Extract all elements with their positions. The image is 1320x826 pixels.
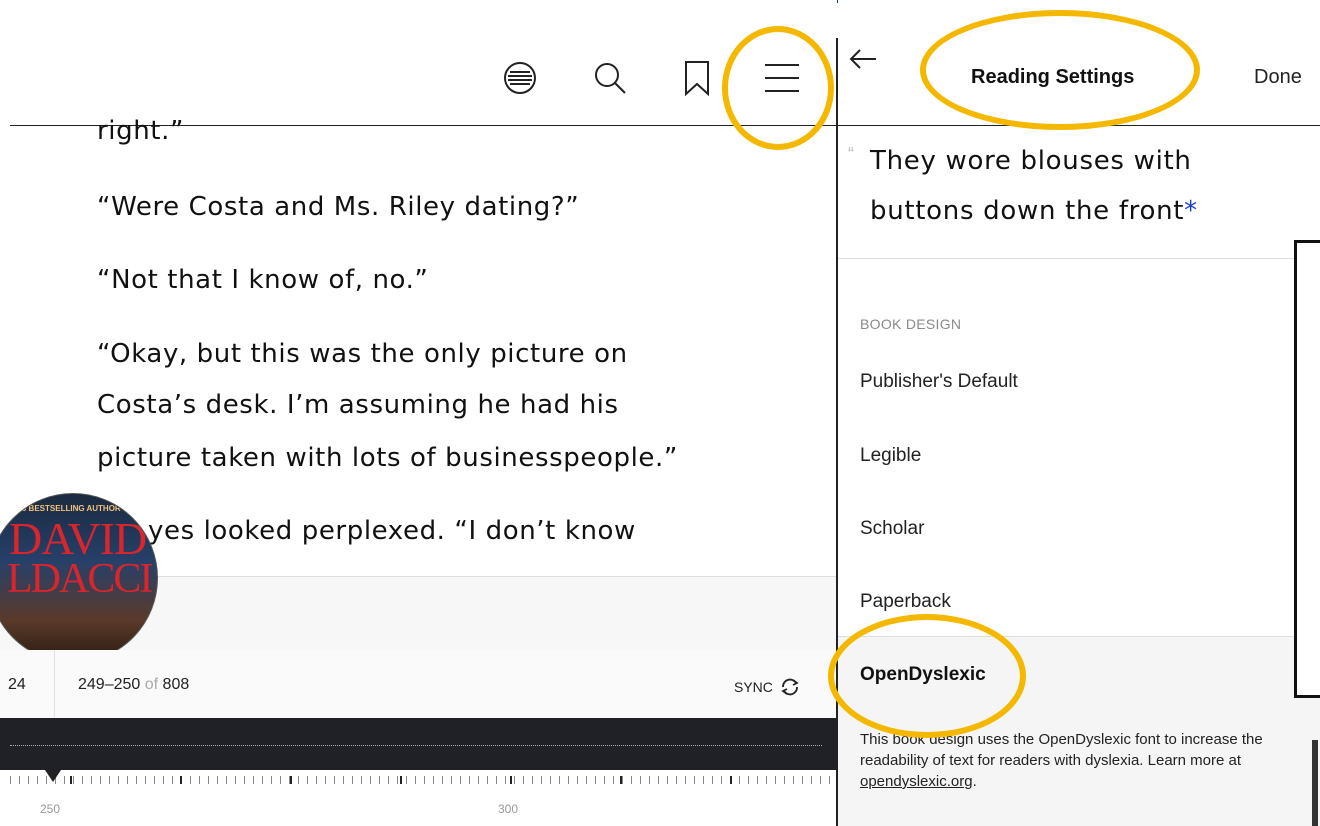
option-paperback[interactable]: Paperback — [860, 591, 951, 613]
scrubber-dotted-line — [10, 745, 822, 746]
of-label: of — [144, 676, 159, 693]
preview-fade — [838, 236, 1320, 260]
option-description: This book design uses the OpenDyslexic f… — [860, 729, 1308, 792]
cover-tagline: MES BESTSELLING AUTHOR OF — [9, 504, 135, 513]
timeline-label: 300 — [498, 802, 519, 816]
opendyslexic-link[interactable]: opendyslexic.org — [860, 773, 973, 790]
timeline-major-tick — [620, 776, 622, 784]
sync-label: SYNC — [734, 679, 773, 695]
timeline-major-tick — [730, 776, 732, 784]
cover-author-line-2: LDACCI — [7, 556, 153, 602]
overlay-bracket-box — [1294, 240, 1320, 698]
book-text-line: “Okay, but this was the only picture on — [97, 339, 628, 369]
total-pages: 808 — [162, 676, 190, 693]
highlight-circle-menu — [722, 26, 834, 150]
previous-chapter-page[interactable]: 24 — [8, 676, 26, 694]
page-scrubber-band[interactable] — [0, 718, 837, 770]
current-position-marker[interactable] — [45, 770, 61, 782]
back-arrow-icon[interactable] — [848, 46, 878, 78]
option-scholar[interactable]: Scholar — [860, 518, 924, 540]
book-text-line: yes looked perplexed. “I don’t know — [148, 516, 636, 546]
timeline-major-tick — [510, 776, 512, 784]
section-divider — [838, 258, 1320, 259]
font-preview-line-2: buttons down the front* — [870, 196, 1198, 226]
font-preview-line-1: They wore blouses with — [870, 146, 1192, 176]
book-text-line: picture taken with lots of businesspeopl… — [97, 443, 678, 473]
sync-icon — [781, 678, 799, 696]
preview-text: buttons down the front — [870, 196, 1185, 226]
preview-quote-icon: “ — [848, 144, 854, 164]
timeline-major-tick — [180, 776, 182, 784]
timeline-major-tick — [70, 776, 72, 784]
page-indicator: 249–250 of 808 — [78, 676, 189, 694]
option-publishers-default[interactable]: Publisher's Default — [860, 371, 1018, 393]
progress-divider — [54, 650, 55, 718]
timeline-ticks — [10, 776, 837, 784]
search-icon[interactable] — [590, 58, 630, 98]
book-text-line: “Not that I know of, no.” — [97, 265, 429, 295]
sync-button[interactable]: SYNC — [734, 676, 801, 698]
highlight-circle-title — [920, 10, 1200, 130]
book-text-line: right.” — [97, 116, 185, 146]
timeline-major-tick — [290, 776, 292, 784]
timeline-label: 250 — [40, 802, 61, 816]
book-text-line: Costa’s desk. I’m assuming he had his — [97, 390, 619, 420]
done-button[interactable]: Done — [1254, 66, 1302, 89]
contents-icon[interactable] — [500, 58, 540, 98]
page-progress-row: 24 249–250 of 808 SYNC — [0, 650, 837, 720]
bookmark-icon[interactable] — [677, 58, 717, 98]
timeline-major-tick — [400, 776, 402, 784]
highlight-circle-opendyslexic — [828, 614, 1026, 738]
page-timeline[interactable]: 250 300 — [0, 770, 837, 826]
reader-view: right.” “Were Costa and Ms. Riley dating… — [0, 0, 837, 826]
current-pages: 249–250 — [78, 676, 141, 693]
settings-scrollbar[interactable] — [1312, 740, 1318, 826]
description-end: . — [972, 773, 977, 790]
book-text-line: “Were Costa and Ms. Riley dating?” — [97, 192, 580, 222]
preview-asterisk: * — [1184, 196, 1198, 226]
option-legible[interactable]: Legible — [860, 445, 921, 467]
book-design-label: BOOK DESIGN — [860, 316, 962, 332]
